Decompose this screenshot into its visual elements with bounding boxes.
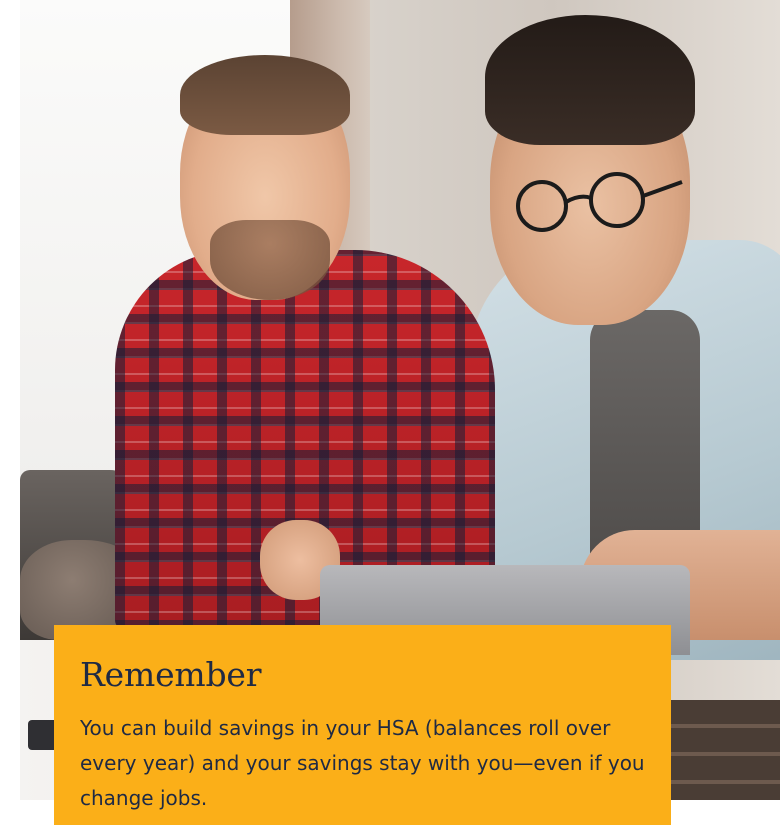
- person-left-hair: [180, 55, 350, 135]
- callout-title: Remember: [80, 655, 262, 694]
- books: [670, 700, 780, 800]
- person-right-hair: [485, 15, 695, 145]
- remember-callout: Remember You can build savings in your H…: [54, 625, 671, 825]
- person-left-beard: [210, 220, 330, 300]
- glasses-icon: [516, 172, 683, 232]
